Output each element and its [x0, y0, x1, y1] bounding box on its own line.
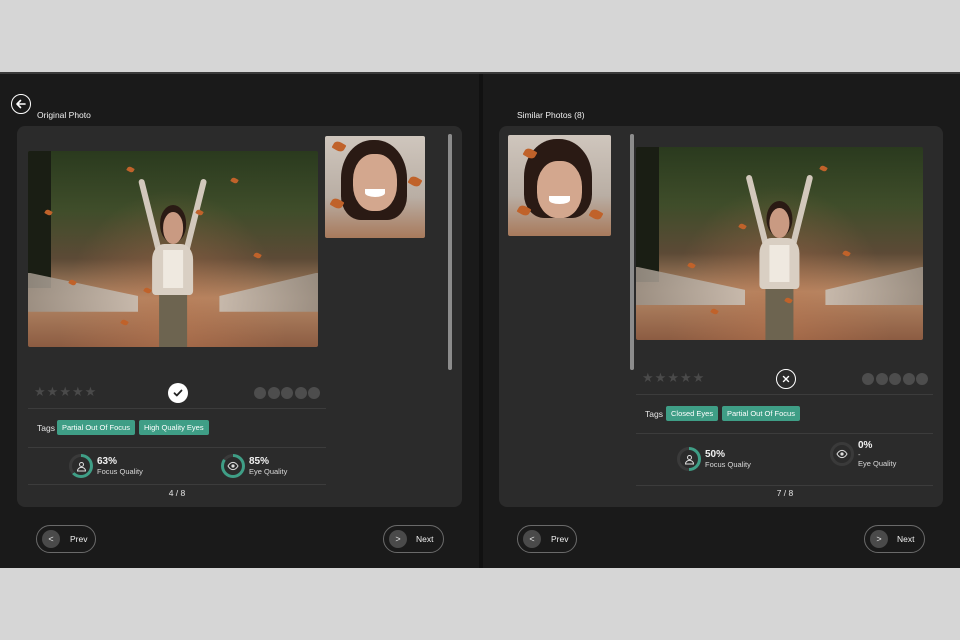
page-indicator: 7 / 8 [776, 488, 794, 498]
color-label-dots[interactable] [862, 373, 928, 385]
star-icon[interactable]: ★ [59, 385, 71, 398]
arrow-left-icon [16, 99, 26, 109]
prev-button[interactable]: < Prev [36, 525, 96, 553]
tags-label: Tags [645, 409, 663, 419]
focus-quality-label: Focus Quality [97, 467, 143, 476]
close-icon [782, 375, 790, 383]
eye-quality-metric: 85% Eye Quality [221, 454, 287, 478]
scrollbar-thumb[interactable] [448, 134, 452, 370]
eye-quality-ring [830, 442, 854, 466]
color-label-dot[interactable] [862, 373, 874, 385]
star-rating[interactable]: ★ ★ ★ ★ ★ [34, 385, 96, 398]
color-label-dot[interactable] [889, 373, 901, 385]
color-label-dots[interactable] [254, 387, 320, 399]
tag-chip[interactable]: Partial Out Of Focus [57, 420, 135, 435]
focus-quality-value: 50% [705, 449, 726, 460]
tags-label: Tags [37, 423, 55, 433]
photo-card: ★ ★ ★ ★ ★ Tags Partial Out Of Focus High… [17, 126, 462, 507]
divider [28, 447, 326, 448]
color-label-dot[interactable] [281, 387, 293, 399]
divider [28, 408, 326, 409]
tag-chip[interactable]: Closed Eyes [666, 406, 719, 421]
next-label: Next [416, 534, 434, 544]
prev-label: Prev [70, 534, 88, 544]
similar-photos-pane: Similar Photos (8) ★ ★ ★ ★ ★ Tags Closed… [483, 74, 960, 568]
scrollbar-thumb[interactable] [630, 134, 634, 370]
reject-status-button[interactable] [776, 369, 796, 389]
tag-chip[interactable]: Partial Out Of Focus [722, 406, 800, 421]
thumbnail-photo[interactable] [325, 136, 425, 238]
chevron-left-icon: < [42, 530, 60, 548]
photo-card: ★ ★ ★ ★ ★ Tags Closed Eyes Partial Out O… [499, 126, 943, 507]
focus-quality-value: 63% [97, 456, 118, 467]
original-photo-pane: Original Photo ★ ★ ★ ★ ★ Tags Partial Ou… [0, 74, 479, 568]
check-icon [173, 389, 183, 397]
focus-quality-metric: 50% Focus Quality [677, 447, 751, 471]
star-icon[interactable]: ★ [693, 371, 705, 384]
divider [636, 433, 933, 434]
page-indicator: 4 / 8 [168, 488, 186, 498]
chevron-right-icon: > [389, 530, 407, 548]
color-label-dot[interactable] [267, 387, 280, 399]
divider [636, 394, 933, 395]
main-photo[interactable] [636, 147, 923, 340]
color-label-dot[interactable] [294, 387, 307, 399]
main-photo[interactable] [28, 151, 318, 347]
back-button[interactable] [11, 94, 31, 114]
eye-quality-value: 85% [249, 456, 270, 467]
star-icon[interactable]: ★ [655, 371, 667, 384]
color-label-dot[interactable] [254, 387, 266, 399]
next-button[interactable]: > Next [864, 525, 925, 553]
eye-quality-ring [221, 454, 245, 478]
star-icon[interactable]: ★ [34, 385, 46, 398]
divider [28, 484, 326, 485]
next-button[interactable]: > Next [383, 525, 444, 553]
pane-title: Similar Photos (8) [517, 110, 585, 120]
focus-quality-label: Focus Quality [705, 460, 751, 469]
star-icon[interactable]: ★ [642, 371, 654, 384]
eye-quality-label: Eye Quality [249, 467, 288, 476]
pane-title: Original Photo [37, 110, 91, 120]
chevron-left-icon: < [523, 530, 541, 548]
eye-icon [836, 449, 848, 459]
color-label-dot[interactable] [308, 387, 320, 399]
color-label-dot[interactable] [875, 373, 888, 385]
eye-icon [227, 461, 239, 471]
color-label-dot[interactable] [916, 373, 928, 385]
eye-quality-metric: 0% - Eye Quality [830, 440, 896, 468]
eye-quality-dash: - [858, 450, 861, 459]
star-icon[interactable]: ★ [47, 385, 59, 398]
focus-quality-ring [69, 454, 93, 478]
chevron-right-icon: > [870, 530, 888, 548]
prev-button[interactable]: < Prev [517, 525, 577, 553]
scrollbar[interactable] [630, 134, 634, 370]
person-icon [684, 454, 694, 464]
accept-status-button[interactable] [168, 383, 188, 403]
eye-quality-label: Eye Quality [858, 459, 897, 468]
next-label: Next [897, 534, 915, 544]
scrollbar[interactable] [448, 134, 452, 370]
tag-chip[interactable]: High Quality Eyes [139, 420, 209, 435]
divider [636, 485, 933, 486]
focus-quality-ring [677, 447, 701, 471]
prev-label: Prev [551, 534, 569, 544]
star-icon[interactable]: ★ [85, 385, 97, 398]
star-icon[interactable]: ★ [680, 371, 692, 384]
star-icon[interactable]: ★ [667, 371, 679, 384]
thumbnail-photo[interactable] [508, 135, 611, 236]
color-label-dot[interactable] [902, 373, 915, 385]
focus-quality-metric: 63% Focus Quality [69, 454, 143, 478]
star-icon[interactable]: ★ [72, 385, 84, 398]
eye-quality-value: 0% [858, 440, 873, 451]
person-icon [76, 461, 86, 471]
app-window: Original Photo ★ ★ ★ ★ ★ Tags Partial Ou… [0, 72, 960, 568]
star-rating[interactable]: ★ ★ ★ ★ ★ [642, 371, 704, 384]
